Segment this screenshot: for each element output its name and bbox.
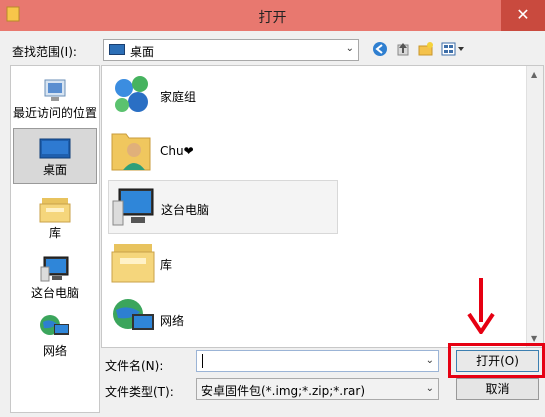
file-item-network[interactable]: 网络 xyxy=(108,292,338,346)
network-icon xyxy=(113,299,154,330)
file-name-label: 文件名(N): xyxy=(105,359,164,373)
file-item-libraries[interactable]: 库 xyxy=(108,236,338,290)
text-caret xyxy=(202,354,203,368)
look-in-label: 查找范围(I): xyxy=(12,45,77,59)
chevron-down-icon: ⌄ xyxy=(425,383,434,394)
back-icon[interactable] xyxy=(372,41,388,57)
place-label: 桌面 xyxy=(42,163,67,177)
places-bar: 最近访问的位置 桌面 库 这台电脑 网络 xyxy=(10,65,100,413)
place-label: 网络 xyxy=(42,344,67,358)
file-item-homegroup[interactable]: 家庭组 xyxy=(108,68,338,122)
file-label: 库 xyxy=(160,258,173,272)
cancel-button[interactable]: 取消 xyxy=(456,378,539,400)
recent-places-icon xyxy=(44,79,66,101)
highlight-box xyxy=(448,343,545,378)
file-item-user[interactable]: Chu❤ xyxy=(108,124,338,178)
look-in-value: 桌面 xyxy=(130,45,155,59)
chevron-down-icon[interactable]: ⌄ xyxy=(426,355,434,366)
file-name-input[interactable]: ⌄ xyxy=(196,350,439,372)
file-label: 家庭组 xyxy=(160,90,197,104)
place-label: 这台电脑 xyxy=(30,286,79,300)
computer-icon xyxy=(40,256,69,282)
file-type-value: 安卓固件包(*.img;*.zip;*.rar) xyxy=(201,384,366,398)
place-label: 库 xyxy=(48,226,61,240)
place-recent[interactable]: 最近访问的位置 xyxy=(13,78,97,121)
up-folder-icon[interactable] xyxy=(395,41,411,57)
place-label: 最近访问的位置 xyxy=(13,106,98,120)
homegroup-icon xyxy=(115,76,148,112)
title-bar[interactable]: 打开 ✕ xyxy=(0,0,545,31)
file-type-label: 文件类型(T): xyxy=(105,385,174,399)
desktop-icon xyxy=(39,138,71,159)
file-type-select[interactable]: 安卓固件包(*.img;*.zip;*.rar) ⌄ xyxy=(196,378,439,400)
desktop-icon xyxy=(109,44,125,55)
close-button[interactable]: ✕ xyxy=(501,0,545,31)
window-title: 打开 xyxy=(258,10,287,26)
scroll-up-icon[interactable]: ▲ xyxy=(531,70,537,79)
libraries-icon xyxy=(39,198,71,223)
open-dialog: 打开 ✕ 查找范围(I): 桌面 ⌄ 最近访问的位置 桌面 库 这台电脑 网络 … xyxy=(0,0,545,417)
new-folder-icon[interactable] xyxy=(418,41,434,57)
scroll-down-icon[interactable]: ▼ xyxy=(531,334,537,343)
vertical-scrollbar[interactable]: ▲ ▼ xyxy=(526,66,543,347)
computer-icon xyxy=(112,188,154,226)
file-label: 这台电脑 xyxy=(161,203,210,217)
look-in-combo[interactable]: 桌面 ⌄ xyxy=(103,39,359,61)
libraries-icon xyxy=(111,244,155,283)
file-label: 网络 xyxy=(160,314,185,328)
place-desktop[interactable]: 桌面 xyxy=(13,128,97,184)
place-this-pc[interactable]: 这台电脑 xyxy=(13,254,97,301)
place-libraries[interactable]: 库 xyxy=(13,194,97,241)
place-network[interactable]: 网络 xyxy=(13,312,97,359)
network-icon xyxy=(40,315,69,335)
user-folder-icon xyxy=(111,133,151,171)
view-menu-icon[interactable] xyxy=(441,41,467,57)
file-label: Chu❤ xyxy=(160,144,194,158)
red-arrow-icon xyxy=(467,278,495,334)
chevron-down-icon: ⌄ xyxy=(345,43,354,54)
file-item-this-pc[interactable]: 这台电脑 xyxy=(108,180,338,234)
